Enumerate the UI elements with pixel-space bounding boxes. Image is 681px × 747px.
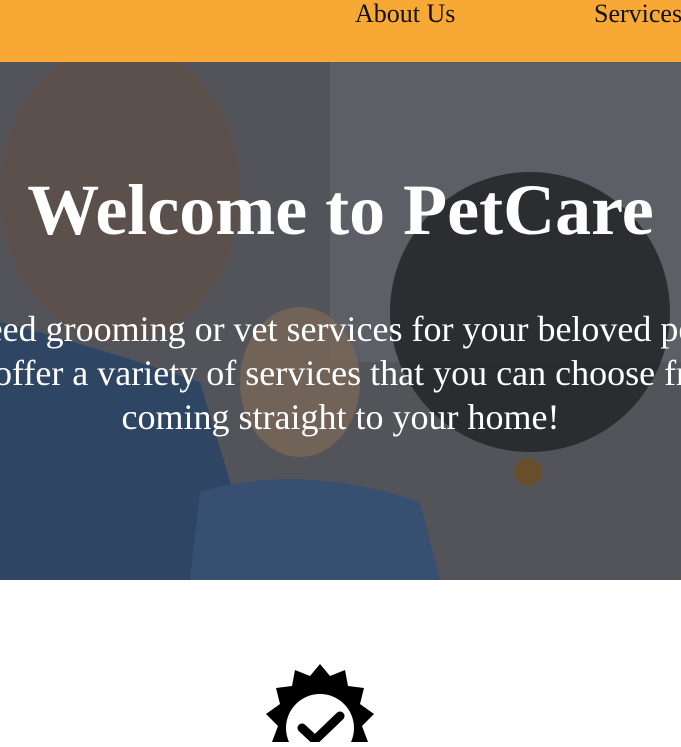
nav-link-about-us[interactable]: About Us	[355, 0, 455, 30]
verified-badge-icon	[250, 662, 390, 747]
hero-banner: Welcome to PetCare Need grooming or vet …	[0, 62, 681, 580]
top-navbar: About Us Services	[0, 0, 681, 62]
hero-description: Need grooming or vet services for your b…	[0, 307, 681, 439]
nav-link-services[interactable]: Services	[594, 0, 681, 30]
hero-description-line: Need grooming or vet services for your b…	[0, 309, 681, 349]
hero-title: Welcome to PetCare	[27, 170, 654, 250]
hero-description-line: coming straight to your home!	[121, 397, 560, 437]
hero-description-line: We offer a variety of services that you …	[0, 353, 681, 393]
